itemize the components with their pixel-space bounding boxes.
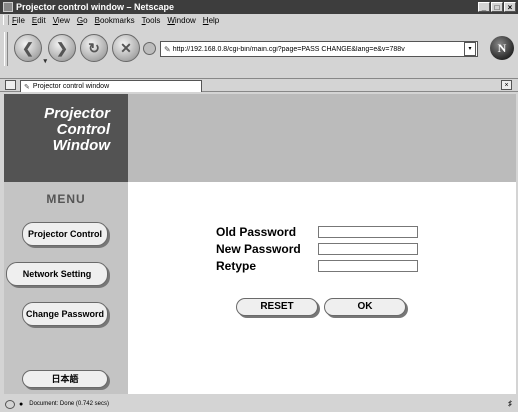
reload-button[interactable]: ↻: [80, 34, 108, 62]
window-controls: _ □ ×: [477, 2, 516, 12]
sidebar: MENU Projector Control Network Setting C…: [4, 182, 128, 394]
netscape-logo: N: [490, 36, 514, 60]
close-button[interactable]: ×: [504, 2, 516, 12]
change-password-button[interactable]: Change Password: [22, 302, 108, 326]
reset-button[interactable]: RESET: [236, 298, 318, 316]
old-password-label: Old Password: [216, 225, 297, 239]
page-content: Projector Control Window MENU Projector …: [4, 94, 516, 394]
url-input[interactable]: http://192.168.0.8/cgi-bin/main.cgi?page…: [173, 46, 464, 53]
tab-projector-control[interactable]: ✎ Projector control window: [20, 80, 202, 92]
reload-icon: ↻: [88, 39, 100, 56]
page-icon: ✎: [164, 44, 171, 54]
status-text: Document: Done (0.742 secs): [29, 401, 109, 407]
tab-page-icon: ✎: [24, 83, 30, 91]
ok-button[interactable]: OK: [324, 298, 406, 316]
window-title-bar: Projector control window – Netscape _ □ …: [0, 0, 518, 14]
security-icon[interactable]: [5, 399, 15, 409]
back-button[interactable]: ❮ ▾: [14, 34, 47, 65]
menu-window[interactable]: Window: [167, 16, 195, 25]
navigation-toolbar: ❮ ▾ ❯ ↻ ✕ ✎ http://192.168.0.8/cgi-bin/m…: [0, 26, 518, 74]
close-tab-icon[interactable]: ×: [501, 80, 512, 90]
back-icon: ❮: [22, 39, 34, 56]
logo-line: Projector: [44, 105, 110, 122]
tab-bar: ✎ Projector control window ×: [0, 78, 518, 92]
tab-label: Projector control window: [32, 83, 110, 90]
new-tab-icon[interactable]: [5, 80, 16, 90]
logo-line: Window: [52, 137, 110, 154]
password-form-area: Old Password New Password Retype RESET O…: [128, 182, 516, 394]
menu-heading: MENU: [46, 192, 86, 206]
menu-bookmarks[interactable]: Bookmarks: [95, 16, 135, 25]
minimize-button[interactable]: _: [478, 2, 490, 12]
menu-go[interactable]: Go: [77, 16, 88, 25]
toolbar-grip[interactable]: [4, 32, 8, 66]
menu-view[interactable]: View: [53, 16, 70, 25]
back-dropdown-icon[interactable]: ▾: [43, 57, 47, 65]
logo-line: Control: [56, 121, 110, 138]
network-setting-button[interactable]: Network Setting: [6, 262, 108, 286]
status-bar: ● Document: Done (0.742 secs) ♯: [0, 396, 518, 412]
header-band: [128, 94, 516, 182]
forward-icon: ❯: [56, 39, 68, 56]
home-icon[interactable]: [143, 42, 156, 55]
menu-tools[interactable]: Tools: [142, 16, 161, 25]
url-bar[interactable]: ✎ http://192.168.0.8/cgi-bin/main.cgi?pa…: [160, 41, 478, 57]
network-status-icon: ♯: [508, 399, 512, 408]
menu-edit[interactable]: Edit: [32, 16, 46, 25]
stop-icon: ✕: [120, 39, 132, 56]
new-password-label: New Password: [216, 242, 301, 256]
connection-icon: ●: [19, 400, 24, 408]
forward-button[interactable]: ❯: [48, 34, 76, 62]
new-password-field[interactable]: [318, 243, 418, 255]
maximize-button[interactable]: □: [491, 2, 503, 12]
menu-file[interactable]: File: [12, 16, 25, 25]
retype-password-field[interactable]: [318, 260, 418, 272]
projector-control-window-logo: Projector Control Window: [4, 94, 128, 182]
projector-control-button[interactable]: Projector Control: [22, 222, 108, 246]
netscape-app-icon[interactable]: [3, 2, 13, 12]
window-title: Projector control window – Netscape: [16, 2, 175, 12]
stop-button[interactable]: ✕: [112, 34, 140, 62]
menu-help[interactable]: Help: [203, 16, 219, 25]
menubar-grip[interactable]: [3, 15, 9, 25]
menu-bar: File Edit View Go Bookmarks Tools Window…: [0, 14, 518, 26]
retype-label: Retype: [216, 259, 257, 273]
japanese-language-button[interactable]: 日本語: [22, 370, 108, 388]
url-dropdown-icon[interactable]: ▾: [464, 42, 476, 56]
old-password-field[interactable]: [318, 226, 418, 238]
